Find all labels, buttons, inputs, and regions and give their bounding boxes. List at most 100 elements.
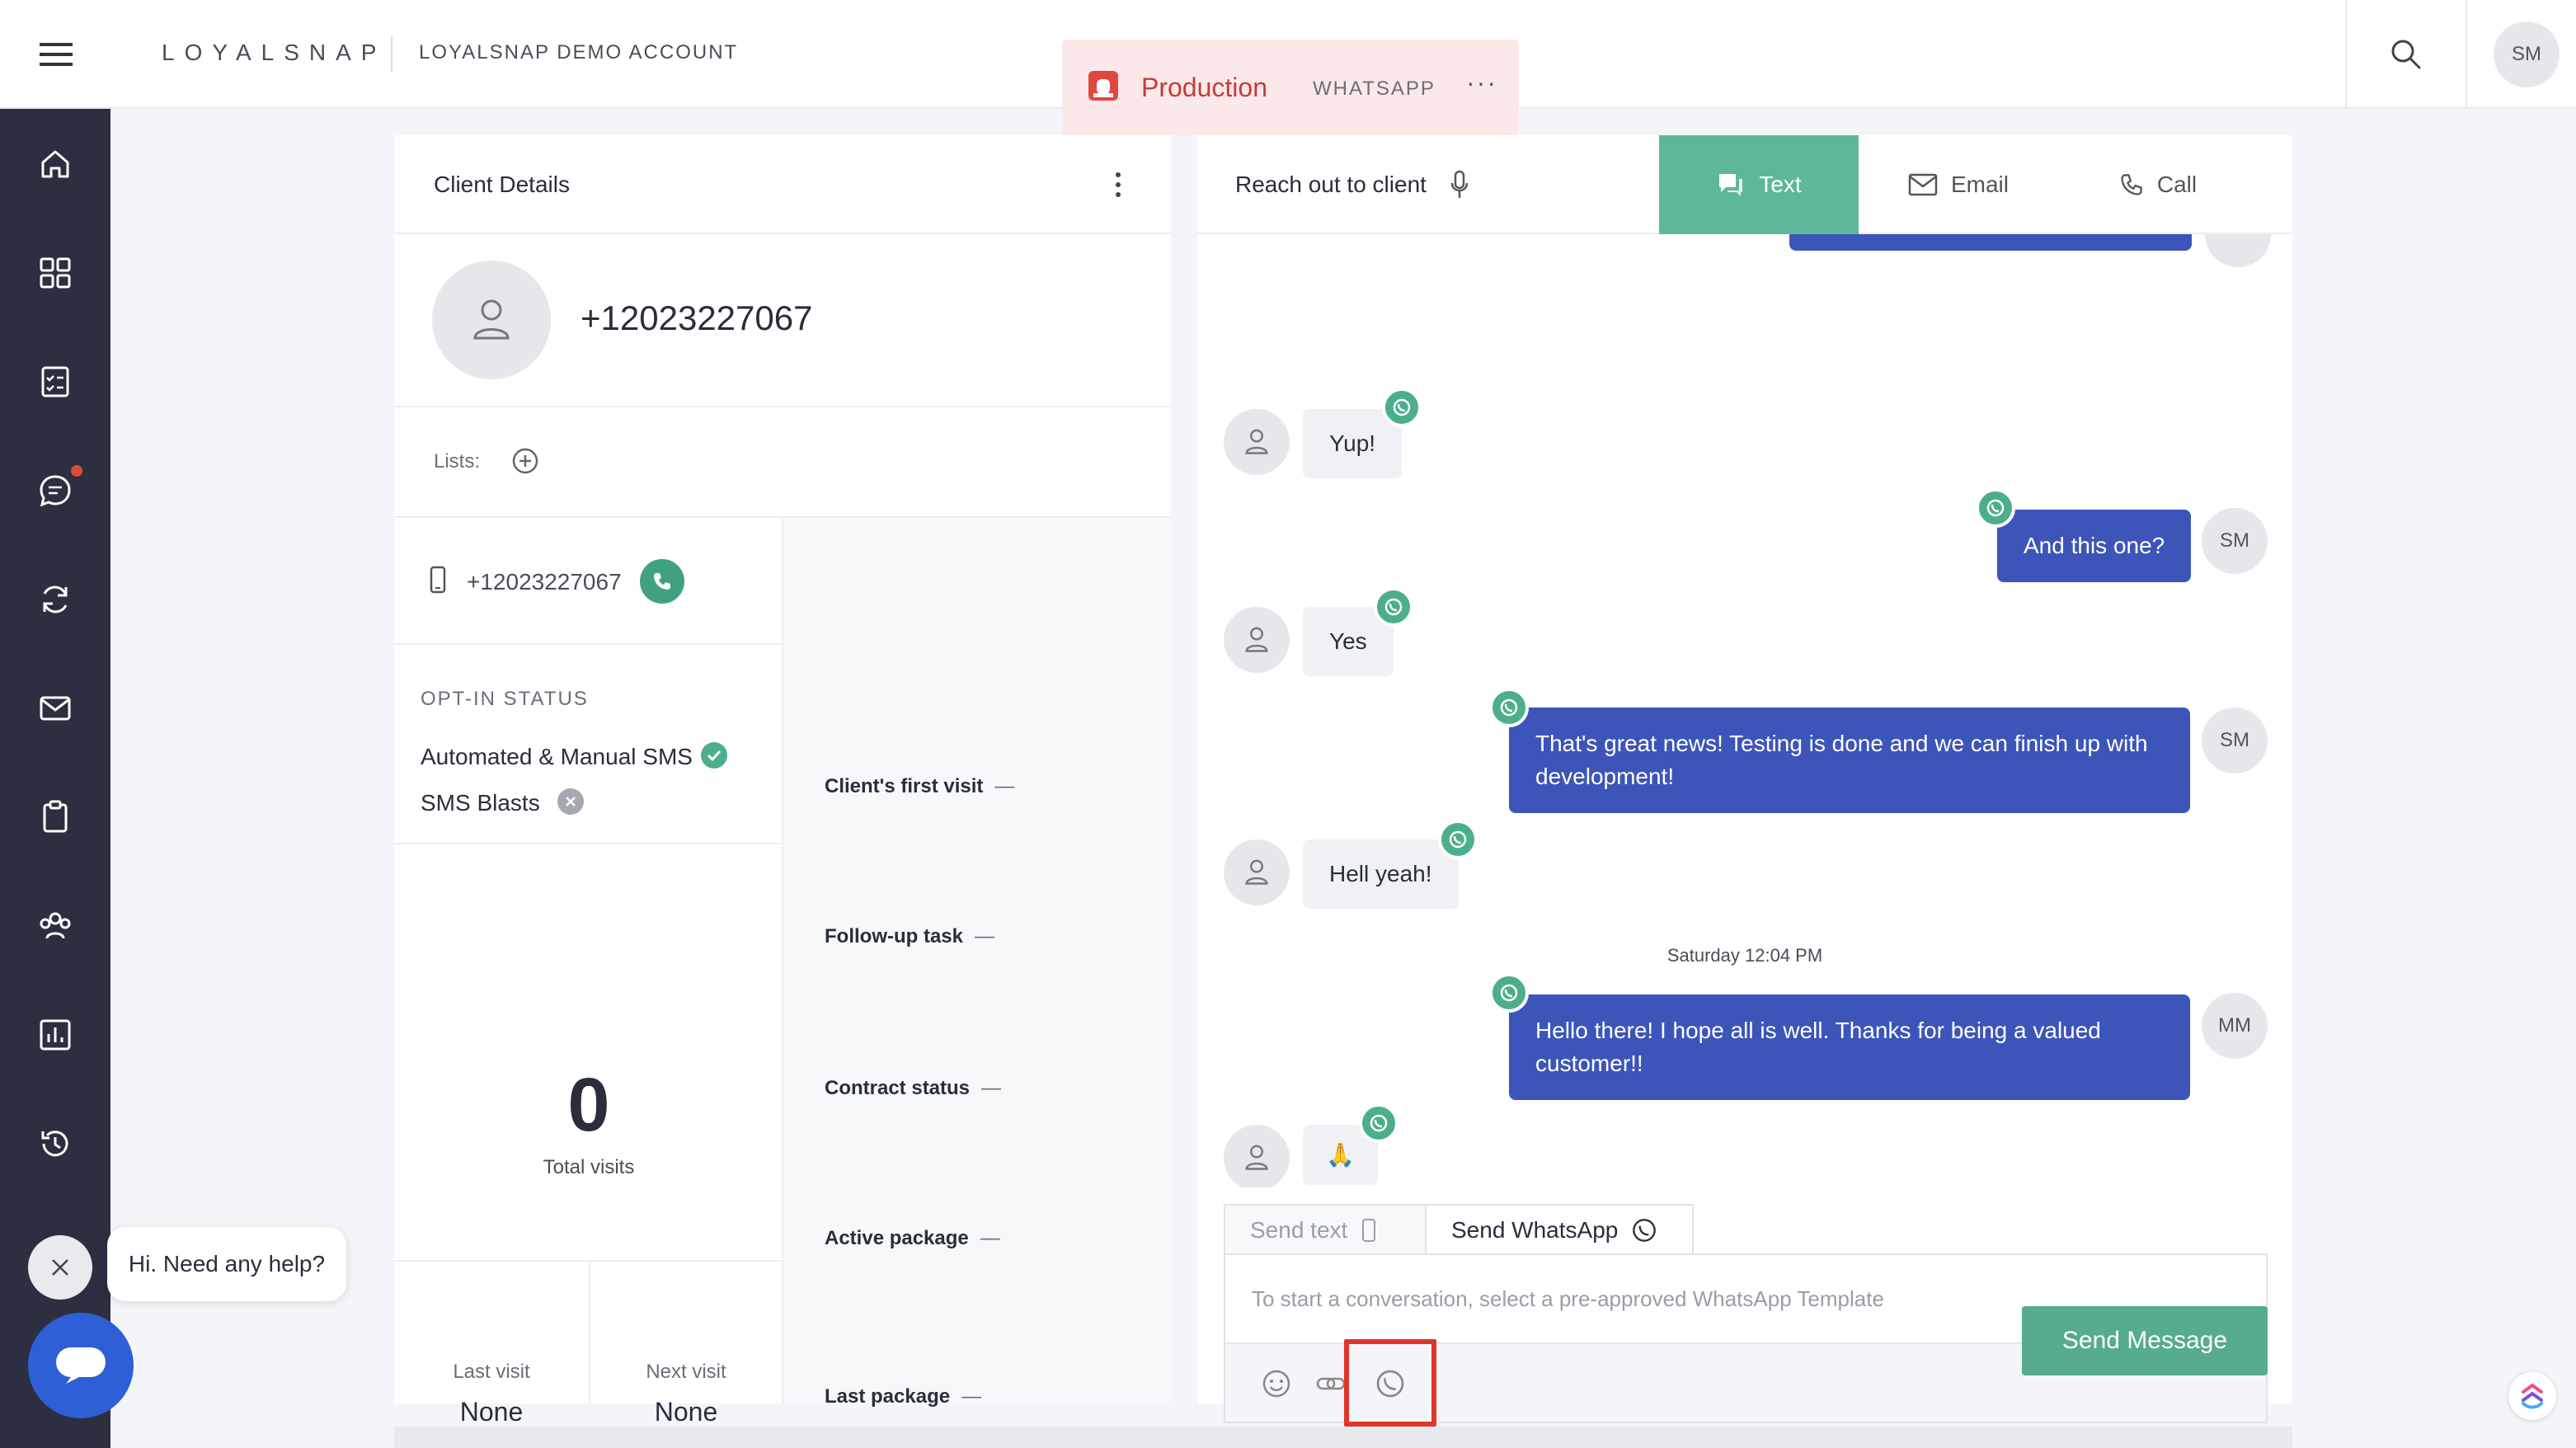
user-icon — [1245, 627, 1268, 652]
whatsapp-icon — [1976, 488, 2015, 528]
mobile-phone-icon — [1362, 1219, 1376, 1242]
scroll-area-bottom — [394, 1427, 2292, 1448]
client-summary-column: +12023227067 OPT-IN STATUS Automated & M… — [394, 518, 783, 1427]
client-info-column: Client's first visit — Follow-up task — Co… — [783, 518, 1171, 1408]
divider — [2345, 0, 2347, 109]
phone-icon — [654, 573, 670, 590]
tab-email[interactable]: Email — [1859, 135, 2058, 234]
optin-sms-blasts: SMS Blasts — [421, 790, 540, 816]
close-icon — [52, 1259, 68, 1276]
total-visits-label: Total visits — [543, 1156, 635, 1178]
panel-title: Client Details — [434, 172, 570, 197]
highlight-box — [1344, 1339, 1436, 1427]
clipboard-icon[interactable] — [36, 798, 74, 836]
check-icon — [701, 742, 727, 769]
link-icon[interactable] — [1314, 1367, 1347, 1400]
sender-avatar: MM — [2202, 993, 2268, 1059]
hamburger-menu-icon[interactable] — [36, 36, 76, 73]
message-bubble-outgoing: Hello there! I hope all is well. Thanks … — [1509, 994, 2190, 1100]
next-visit-label: Next visit — [646, 1361, 726, 1383]
more-options-icon[interactable]: ··· — [1466, 68, 1497, 98]
lists-label: Lists: — [434, 450, 481, 472]
client-avatar — [432, 261, 551, 379]
user-icon — [1245, 859, 1268, 885]
optin-automated-sms: Automated & Manual SMS — [421, 744, 693, 769]
dashboard-grid-icon[interactable] — [36, 254, 74, 292]
call-client-button[interactable] — [640, 559, 684, 604]
info-first-visit: Client's first visit — — [825, 775, 1015, 797]
info-active-package: Active package — — [825, 1227, 1000, 1249]
tab-send-whatsapp[interactable]: Send WhatsApp — [1425, 1204, 1694, 1255]
chat-launcher-button[interactable] — [28, 1313, 134, 1418]
help-bubble[interactable]: Hi. Need any help? — [107, 1227, 346, 1301]
divider — [2466, 0, 2467, 109]
user-icon — [473, 299, 510, 340]
message-thread[interactable]: Yup! And this one? SM Yes That's great n… — [1197, 234, 2292, 1187]
divider — [394, 406, 1171, 407]
info-follow-up-task: Follow-up task — — [825, 925, 994, 947]
message-bubble-incoming: Hell yeah! — [1303, 839, 1459, 909]
message-bubble-outgoing — [1789, 234, 2192, 251]
tab-text[interactable]: Text — [1659, 135, 1859, 234]
whatsapp-icon — [1359, 1103, 1398, 1143]
kebab-menu-icon[interactable] — [1108, 168, 1128, 201]
client-phone-number: +12023227067 — [467, 569, 622, 595]
avatar — [2205, 234, 2271, 267]
account-name[interactable]: LOYALSNAP DEMO ACCOUNT — [419, 41, 738, 64]
last-visit-label: Last visit — [453, 1361, 530, 1383]
mail-icon[interactable] — [36, 689, 74, 727]
close-help-button[interactable] — [28, 1235, 92, 1300]
phone-icon — [2121, 174, 2142, 195]
team-icon[interactable] — [36, 907, 74, 945]
app-logo-icon[interactable] — [2508, 1372, 2556, 1420]
chat-icon[interactable] — [36, 472, 74, 510]
message-bubble-outgoing: And this one? — [1997, 510, 2192, 582]
total-visits-count: 0 — [567, 1063, 610, 1147]
client-avatar — [1224, 839, 1290, 905]
user-icon — [1245, 1145, 1268, 1170]
info-last-package: Last package — — [825, 1385, 982, 1408]
user-avatar[interactable]: SM — [2494, 21, 2560, 87]
emoji-icon[interactable] — [1260, 1367, 1293, 1400]
whatsapp-icon — [1382, 388, 1422, 427]
client-avatar — [1224, 409, 1290, 475]
sender-avatar: SM — [2202, 508, 2268, 574]
client-details-panel: Client Details +12023227067 Lists: +1202… — [394, 135, 1171, 1427]
add-list-icon[interactable] — [511, 447, 539, 475]
brand-logo[interactable]: LOYALSNAP — [162, 40, 386, 66]
send-message-button[interactable]: Send Message — [2022, 1306, 2268, 1375]
info-contract-status: Contract status — — [825, 1077, 1002, 1099]
reach-out-panel: Reach out to client Text Email Call Yup!… — [1197, 135, 2292, 1427]
channel-label: WHATSAPP — [1313, 78, 1436, 100]
whatsapp-icon — [1489, 973, 1529, 1013]
chat-bubbles-icon — [1719, 174, 1743, 196]
divider — [394, 643, 783, 645]
mobile-phone-icon — [427, 566, 449, 594]
optin-title: OPT-IN STATUS — [421, 688, 589, 710]
home-icon[interactable] — [36, 145, 74, 183]
last-visit-value: None — [459, 1397, 524, 1427]
microphone-icon[interactable] — [1448, 168, 1471, 201]
siren-icon — [1087, 69, 1120, 102]
client-phone: +12023227067 — [581, 299, 813, 337]
next-visit-value: None — [654, 1397, 718, 1427]
sender-avatar: SM — [2202, 708, 2268, 773]
environment-badge[interactable]: Production WHATSAPP ··· — [1062, 40, 1519, 135]
reach-out-title: Reach out to client — [1235, 172, 1427, 197]
client-avatar — [1224, 1125, 1290, 1187]
search-icon[interactable] — [2388, 36, 2424, 73]
user-icon — [1245, 429, 1268, 454]
divider — [394, 843, 783, 844]
tasks-icon[interactable] — [36, 363, 74, 401]
envelope-icon — [1908, 173, 1938, 196]
reports-icon[interactable] — [36, 1016, 74, 1054]
composer-placeholder[interactable]: To start a conversation, select a pre-ap… — [1252, 1286, 1884, 1312]
environment-label: Production — [1141, 73, 1267, 102]
client-avatar — [1224, 607, 1290, 673]
sync-icon[interactable] — [36, 581, 74, 618]
whatsapp-icon — [1374, 587, 1413, 627]
whatsapp-icon — [1489, 688, 1529, 727]
tab-send-text[interactable]: Send text — [1224, 1204, 1427, 1255]
history-icon[interactable] — [36, 1125, 74, 1163]
tab-call[interactable]: Call — [2058, 135, 2258, 234]
